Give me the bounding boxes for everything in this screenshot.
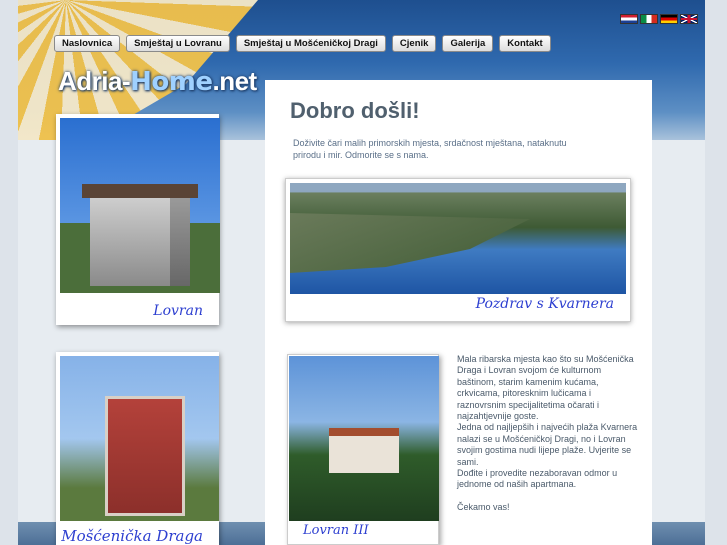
body-closing: Čekamo vas! bbox=[457, 501, 510, 512]
coastline-graphic bbox=[290, 213, 530, 273]
site-logo[interactable]: Adria-Home.net bbox=[58, 66, 257, 97]
moscenicka-draga-house-photo bbox=[60, 356, 219, 521]
body-paragraph: Dođite i provedite nezaboravan odmor u j… bbox=[457, 468, 618, 490]
logo-text-part1: Adria- bbox=[58, 66, 131, 96]
nav-gallery-button[interactable]: Galerija bbox=[442, 35, 494, 52]
welcome-body-text: Mala ribarska mjesta kao što su Mošćenič… bbox=[457, 354, 640, 513]
page-title: Dobro došli! bbox=[290, 98, 420, 123]
main-navigation: Naslovnica Smještaj u Lovranu Smještaj u… bbox=[54, 35, 551, 52]
nav-moscenicka-draga-button[interactable]: Smještaj u Mošćeničkoj Dragi bbox=[235, 35, 386, 52]
house-graphic bbox=[82, 184, 198, 286]
flag-it-icon[interactable] bbox=[640, 14, 658, 24]
lovran-photo-card[interactable]: Lovran bbox=[56, 114, 220, 325]
lovran-iii-photo-frame[interactable]: Lovran III bbox=[287, 354, 439, 545]
moscenicka-draga-photo-card[interactable]: Mošćenička Draga bbox=[56, 352, 219, 545]
body-paragraph: Mala ribarska mjesta kao što su Mošćenič… bbox=[457, 354, 634, 422]
house-graphic bbox=[105, 396, 185, 516]
body-paragraph: Jedna od najljepših i najvećih plaža Kva… bbox=[457, 422, 638, 467]
flag-hr-icon[interactable] bbox=[620, 14, 638, 24]
logo-text-part2: Home bbox=[130, 67, 213, 97]
nav-prices-button[interactable]: Cjenik bbox=[391, 35, 437, 52]
feature-photo-caption: Pozdrav s Kvarnera bbox=[475, 296, 614, 312]
lovran-iii-caption: Lovran III bbox=[303, 523, 369, 538]
feature-photo-frame[interactable]: Pozdrav s Kvarnera bbox=[285, 178, 631, 322]
intro-text: Doživite čari malih primorskih mjesta, s… bbox=[293, 138, 567, 160]
nav-home-button[interactable]: Naslovnica bbox=[54, 35, 121, 52]
language-selector bbox=[620, 14, 698, 24]
logo-text-part3: .net bbox=[212, 66, 257, 96]
nav-contact-button[interactable]: Kontakt bbox=[499, 35, 551, 52]
villa-graphic bbox=[329, 428, 399, 473]
main-content-panel: Dobro došli! Doživite čari malih primors… bbox=[265, 80, 652, 545]
lovran-card-caption: Lovran bbox=[153, 303, 203, 319]
moscenicka-draga-card-caption: Mošćenička Draga bbox=[61, 527, 203, 545]
nav-lovran-button[interactable]: Smještaj u Lovranu bbox=[126, 35, 230, 52]
flag-gb-icon[interactable] bbox=[680, 14, 698, 24]
kvarner-coast-photo bbox=[290, 183, 626, 294]
flag-de-icon[interactable] bbox=[660, 14, 678, 24]
lovran-house-photo bbox=[60, 118, 220, 293]
lovran-iii-villa-photo bbox=[289, 356, 439, 521]
